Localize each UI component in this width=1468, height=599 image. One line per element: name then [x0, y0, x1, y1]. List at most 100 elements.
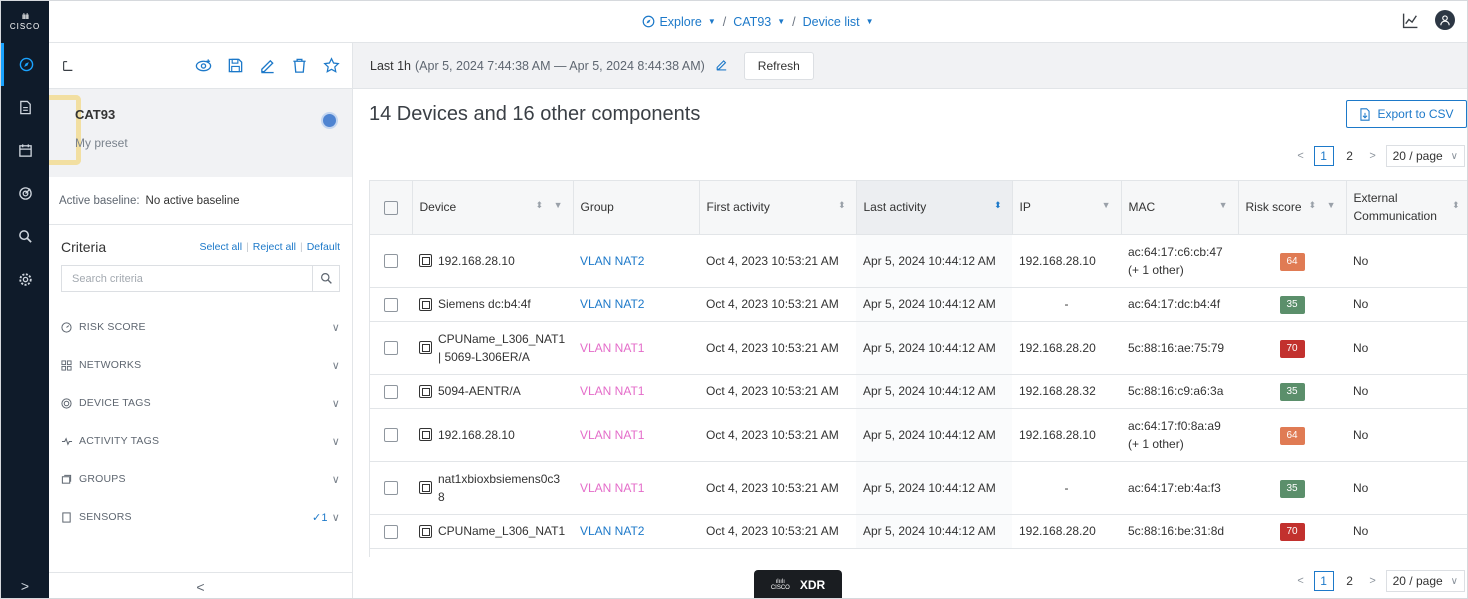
- breadcrumb-preset[interactable]: CAT93 ▼: [733, 15, 785, 29]
- column-device[interactable]: Device ⬍ ▼: [412, 181, 574, 235]
- criterion-networks[interactable]: NETWORKS ∨: [61, 346, 340, 384]
- device-name[interactable]: CPUName_L306_NAT1: [438, 522, 565, 540]
- row-checkbox[interactable]: [384, 481, 398, 496]
- page-size-select[interactable]: 20 / page ∨: [1385, 570, 1465, 592]
- default-link[interactable]: Default: [307, 241, 340, 253]
- device-name[interactable]: nat1xbioxbsiemens0c3 8: [438, 470, 566, 506]
- breadcrumb-view[interactable]: Device list ▼: [803, 15, 874, 29]
- edit-time-icon[interactable]: [715, 58, 728, 74]
- row-checkbox[interactable]: [384, 297, 398, 312]
- collapse-panel-icon[interactable]: [61, 59, 75, 73]
- rail-expand-icon[interactable]: >: [1, 572, 49, 598]
- xdr-launcher[interactable]: ılıılı CISCO XDR: [754, 570, 842, 598]
- first-activity: Oct 4, 2023 10:53:21 AM: [699, 234, 856, 288]
- device-name[interactable]: 5094-AENTR/A: [438, 382, 521, 400]
- row-checkbox[interactable]: [384, 384, 398, 399]
- criteria-search-input[interactable]: Search criteria: [62, 273, 312, 285]
- rail-reports-icon[interactable]: [1, 86, 49, 129]
- criterion-sensors[interactable]: SENSORS ✓1 ∨: [61, 498, 340, 536]
- collapse-left-icon[interactable]: <: [49, 572, 352, 598]
- device-cell[interactable]: nat1xbioxbsiemens0c3 8: [412, 461, 573, 515]
- table-row[interactable]: nat1xbioxbsiemens0c3 8 VLAN NAT1 Oct 4, 20…: [370, 461, 1467, 515]
- activity-chart-icon[interactable]: [1402, 12, 1419, 29]
- column-group[interactable]: Group: [573, 181, 700, 235]
- page-1-button[interactable]: 1: [1313, 571, 1334, 591]
- sort-filter-icon[interactable]: ⬍ ▼: [1309, 200, 1340, 211]
- column-risk-score[interactable]: Risk score ⬍ ▼: [1238, 181, 1347, 235]
- group-link[interactable]: VLAN NAT2: [573, 514, 699, 549]
- row-checkbox-cell: [370, 461, 412, 515]
- mac-address: ac:64:17:f0:8a:a9: [1128, 418, 1221, 433]
- criterion-device-tags[interactable]: DEVICE TAGS ∨: [61, 384, 340, 422]
- column-last-activity[interactable]: Last activity ⬍: [856, 181, 1013, 235]
- column-mac[interactable]: MAC ▼: [1121, 181, 1239, 235]
- device-cell[interactable]: 192.168.28.10: [412, 408, 573, 462]
- edit-icon[interactable]: [259, 57, 276, 74]
- device-cell[interactable]: Siemens dc:b4:4f: [412, 287, 573, 322]
- group-link[interactable]: VLAN NAT1: [573, 321, 699, 375]
- rail-calendar-icon[interactable]: [1, 129, 49, 172]
- baseline-label: Active baseline:: [59, 194, 140, 207]
- table-row[interactable]: CPUName_L306_NAT1 | 5069-L306ER/A VLAN NA…: [370, 321, 1467, 375]
- column-first-activity[interactable]: First activity ⬍: [699, 181, 857, 235]
- select-all-checkbox[interactable]: [383, 200, 398, 215]
- page-1-button[interactable]: 1: [1313, 146, 1334, 166]
- row-checkbox[interactable]: [384, 524, 398, 539]
- next-page-icon[interactable]: >: [1366, 150, 1380, 162]
- view-icon[interactable]: [195, 57, 212, 74]
- prev-page-icon[interactable]: <: [1294, 150, 1308, 162]
- criteria-search[interactable]: Search criteria: [61, 265, 340, 292]
- device-cell[interactable]: 5094-AENTR/A: [412, 374, 573, 409]
- sort-desc-icon[interactable]: ⬍: [994, 200, 1006, 211]
- row-checkbox[interactable]: [384, 254, 398, 269]
- table-row[interactable]: Siemens dc:b4:4f VLAN NAT2 Oct 4, 2023 10:…: [370, 287, 1467, 322]
- export-csv-button[interactable]: Export to CSV: [1346, 100, 1467, 128]
- star-icon[interactable]: [323, 57, 340, 74]
- device-name[interactable]: CPUName_L306_NAT1 | 5069-L306ER/A: [438, 330, 566, 366]
- user-avatar-icon[interactable]: [1435, 10, 1455, 30]
- row-checkbox[interactable]: [384, 428, 398, 443]
- filter-icon[interactable]: ▼: [1102, 200, 1115, 210]
- device-name[interactable]: 192.168.28.10: [438, 426, 515, 444]
- group-link[interactable]: VLAN NAT1: [573, 374, 699, 409]
- table-row[interactable]: CPUName_L306_NAT1 VLAN NAT2 Oct 4, 2023 10…: [370, 514, 1467, 549]
- search-icon[interactable]: [312, 266, 339, 291]
- device-name[interactable]: Siemens dc:b4:4f: [438, 295, 531, 313]
- select-all-link[interactable]: Select all: [199, 241, 242, 253]
- sort-icon[interactable]: ⬍: [838, 200, 850, 211]
- page-2-button[interactable]: 2: [1340, 146, 1360, 166]
- table-row[interactable]: 192.168.28.10 VLAN NAT2 Oct 4, 2023 10:53:…: [370, 234, 1467, 288]
- row-checkbox[interactable]: [384, 341, 398, 356]
- sort-filter-icon[interactable]: ⬍ ▼: [536, 200, 567, 211]
- page-size-select[interactable]: 20 / page ∨: [1385, 145, 1465, 167]
- refresh-button[interactable]: Refresh: [743, 51, 814, 80]
- save-icon[interactable]: [227, 57, 244, 74]
- rail-search-icon[interactable]: [1, 215, 49, 258]
- criterion-risk-score[interactable]: RISK SCORE ∨: [61, 308, 340, 346]
- device-cell[interactable]: CPUName_L306_NAT1: [412, 514, 573, 549]
- filter-icon[interactable]: ▼: [1219, 200, 1232, 210]
- criterion-groups[interactable]: GROUPS ∨: [61, 460, 340, 498]
- column-external-communication[interactable]: External Communication ⬍: [1346, 181, 1467, 235]
- reject-all-link[interactable]: Reject all: [253, 241, 296, 253]
- rail-risk-icon[interactable]: [1, 172, 49, 215]
- trash-icon[interactable]: [291, 57, 308, 74]
- device-cell[interactable]: CPUName_L306_NAT1 | 5069-L306ER/A: [412, 321, 573, 375]
- sort-icon[interactable]: ⬍: [1452, 200, 1464, 211]
- rail-explore-icon[interactable]: [1, 43, 49, 86]
- rail-settings-icon[interactable]: [1, 258, 49, 301]
- group-link[interactable]: VLAN NAT1: [573, 408, 699, 462]
- page-2-button[interactable]: 2: [1340, 571, 1360, 591]
- criterion-activity-tags[interactable]: ACTIVITY TAGS ∨: [61, 422, 340, 460]
- table-row[interactable]: 192.168.28.10 VLAN NAT1 Oct 4, 2023 10:53:…: [370, 408, 1467, 462]
- group-link[interactable]: VLAN NAT2: [573, 287, 699, 322]
- next-page-icon[interactable]: >: [1366, 575, 1380, 587]
- group-link[interactable]: VLAN NAT2: [573, 234, 699, 288]
- table-row[interactable]: 5094-AENTR/A VLAN NAT1 Oct 4, 2023 10:53:2…: [370, 374, 1467, 409]
- prev-page-icon[interactable]: <: [1294, 575, 1308, 587]
- device-name[interactable]: 192.168.28.10: [438, 252, 515, 270]
- column-ip[interactable]: IP ▼: [1012, 181, 1122, 235]
- group-link[interactable]: VLAN NAT1: [573, 461, 699, 515]
- breadcrumb-explore[interactable]: Explore ▼: [642, 15, 716, 29]
- device-cell[interactable]: 192.168.28.10: [412, 234, 573, 288]
